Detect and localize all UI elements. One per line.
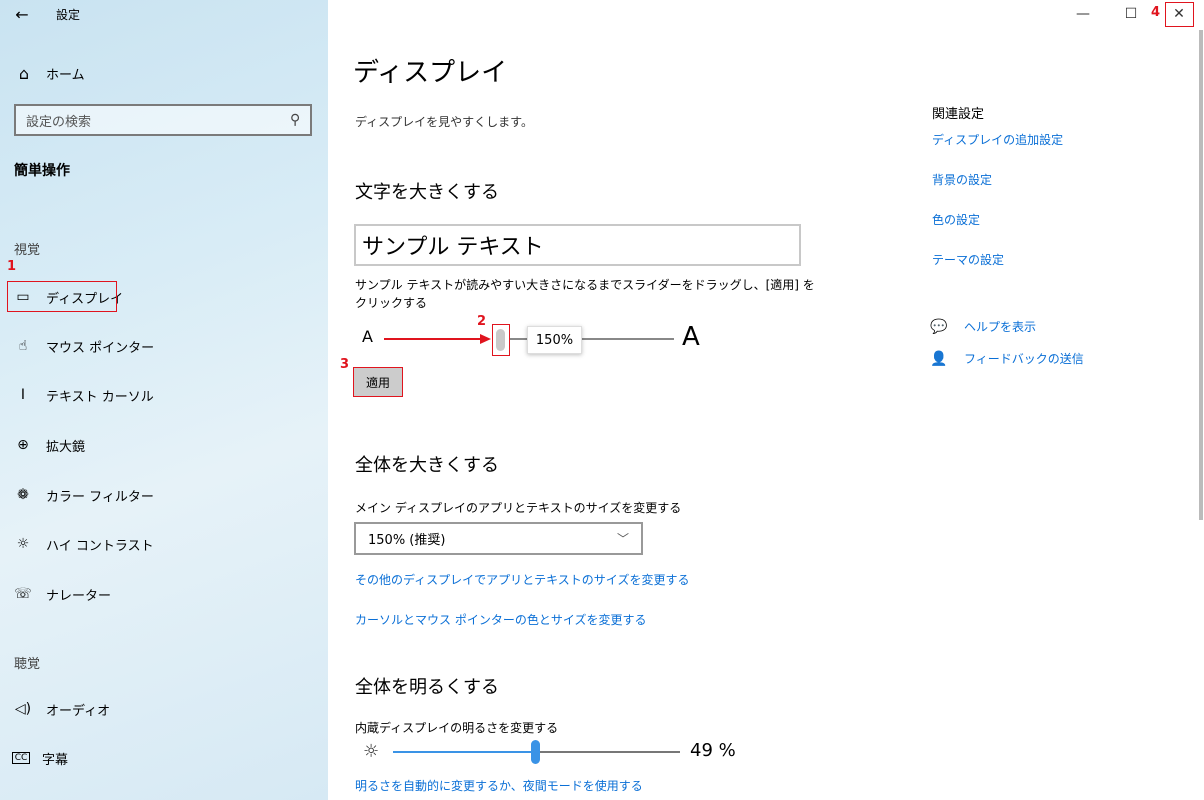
home-label: ホーム — [46, 67, 85, 83]
annotation-number-3: 3 — [340, 357, 350, 372]
sidebar-item-label: テキスト カーソル — [46, 389, 154, 405]
annotation-highlight-display — [7, 281, 117, 312]
annotation-number-1: 1 — [7, 259, 17, 274]
sidebar-item-mouse-pointer[interactable]: ☝ マウス ポインター — [0, 329, 328, 363]
sidebar-item-color-filter[interactable]: ❁ カラー フィルター — [0, 478, 328, 512]
brightness-slider-fill[interactable] — [393, 751, 535, 753]
link-other-displays-scale[interactable]: その他のディスプレイでアプリとテキストのサイズを変更する — [355, 571, 689, 588]
brightness-value: 49 % — [690, 740, 736, 761]
brightness-slider-thumb[interactable] — [531, 740, 540, 764]
category-title: 簡単操作 — [14, 163, 70, 179]
feedback-label: フィードバックの送信 — [964, 352, 1084, 366]
section-heading-scale: 全体を大きくする — [355, 455, 499, 476]
slider-max-label: A — [682, 322, 700, 352]
page-description: ディスプレイを見やすくします。 — [355, 115, 533, 129]
sidebar-item-magnifier[interactable]: ⊕ 拡大鏡 — [0, 428, 328, 462]
section-heading-brightness: 全体を明るくする — [355, 677, 499, 698]
sidebar-item-label: 拡大鏡 — [46, 439, 86, 455]
home-icon: ⌂ — [18, 63, 30, 83]
sample-text-preview: サンプル テキスト — [354, 224, 801, 266]
scale-label: メイン ディスプレイのアプリとテキストのサイズを変更する — [355, 501, 682, 515]
app-title: 設定 — [56, 7, 81, 22]
related-link-themes[interactable]: テーマの設定 — [932, 251, 1004, 268]
brightness-slider-track[interactable] — [540, 751, 680, 753]
section-heading-text-size: 文字を大きくする — [355, 182, 499, 203]
minimize-icon: — — [1076, 6, 1090, 22]
apply-button[interactable]: 適用 — [353, 367, 403, 397]
help-link[interactable]: 💬 ヘルプを表示 — [930, 318, 1036, 335]
link-auto-brightness[interactable]: 明るさを自動的に変更するか、夜間モードを使用する — [355, 777, 643, 794]
cc-icon: CC — [12, 752, 30, 764]
text-size-instruction: サンプル テキストが読みやすい大きさになるまでスライダーをドラッグし、[適用] … — [355, 278, 815, 310]
feedback-link[interactable]: 👤 フィードバックの送信 — [930, 350, 1084, 367]
related-link-background[interactable]: 背景の設定 — [932, 171, 992, 188]
page-title: ディスプレイ — [353, 58, 508, 88]
annotation-number-2: 2 — [477, 314, 487, 329]
brightness-label: 内蔵ディスプレイの明るさを変更する — [355, 721, 559, 735]
sidebar-item-audio[interactable]: ◁) オーディオ — [0, 692, 328, 726]
feedback-icon: 👤 — [930, 350, 948, 367]
related-settings-heading: 関連設定 — [932, 107, 985, 122]
chevron-down-icon: ﹀ — [616, 532, 629, 546]
title-bar: ← 設定 — [0, 0, 328, 28]
annotation-highlight-thumb — [492, 324, 510, 356]
sidebar-item-label: 字幕 — [42, 752, 69, 768]
sidebar-item-label: マウス ポインター — [46, 340, 155, 356]
sidebar: ← 設定 ⌂ ホーム 設定の検索 ⚲ 簡単操作 視覚 ▭ ディスプレイ ☝ マウ… — [0, 0, 328, 800]
scrollbar[interactable] — [1199, 30, 1203, 520]
help-chat-icon: 💬 — [930, 318, 948, 335]
scale-dropdown[interactable]: 150% (推奨) ﹀ — [354, 522, 643, 555]
sidebar-item-captions[interactable]: CC 字幕 — [0, 741, 328, 775]
minimize-button[interactable]: — — [1060, 0, 1106, 28]
back-arrow-icon[interactable]: ← — [0, 0, 44, 28]
maximize-button[interactable]: ☐ — [1108, 0, 1154, 28]
sidebar-home[interactable]: ⌂ ホーム — [0, 56, 328, 90]
annotation-highlight-close — [1165, 2, 1194, 27]
annotation-number-4: 4 — [1151, 5, 1161, 20]
scale-dropdown-value: 150% (推奨) — [368, 533, 446, 548]
slider-value-tooltip: 150% — [527, 326, 582, 354]
group-header-vision: 視覚 — [14, 243, 41, 258]
annotation-arrow-head — [480, 334, 491, 344]
search-placeholder: 設定の検索 — [26, 114, 92, 130]
sidebar-item-label: ハイ コントラスト — [46, 538, 154, 554]
related-link-colors[interactable]: 色の設定 — [932, 211, 980, 228]
search-input[interactable]: 設定の検索 ⚲ — [14, 104, 312, 136]
sidebar-item-label: カラー フィルター — [46, 489, 154, 505]
link-cursor-pointer-settings[interactable]: カーソルとマウス ポインターの色とサイズを変更する — [355, 611, 646, 628]
search-icon: ⚲ — [289, 112, 300, 128]
magnifier-icon: ⊕ — [17, 437, 29, 453]
speaker-icon: ◁) — [14, 701, 32, 717]
sidebar-item-narrator[interactable]: ☏ ナレーター — [0, 577, 328, 611]
pointer-icon: ☝ — [18, 338, 28, 354]
narrator-icon: ☏ — [14, 586, 32, 602]
contrast-icon: ☼ — [16, 536, 30, 552]
slider-min-label: A — [362, 327, 373, 346]
sidebar-item-label: ナレーター — [46, 588, 112, 604]
annotation-arrow — [384, 338, 482, 340]
related-link-additional-display[interactable]: ディスプレイの追加設定 — [932, 131, 1063, 148]
sidebar-item-text-cursor[interactable]: I テキスト カーソル — [0, 378, 328, 412]
text-cursor-icon: I — [20, 387, 26, 403]
palette-icon: ❁ — [17, 487, 29, 503]
help-label: ヘルプを表示 — [964, 320, 1037, 334]
sun-icon: ☼ — [363, 741, 380, 762]
sidebar-item-high-contrast[interactable]: ☼ ハイ コントラスト — [0, 527, 328, 561]
group-header-hearing: 聴覚 — [14, 657, 41, 672]
sidebar-item-label: オーディオ — [46, 703, 111, 719]
maximize-icon: ☐ — [1124, 6, 1138, 22]
